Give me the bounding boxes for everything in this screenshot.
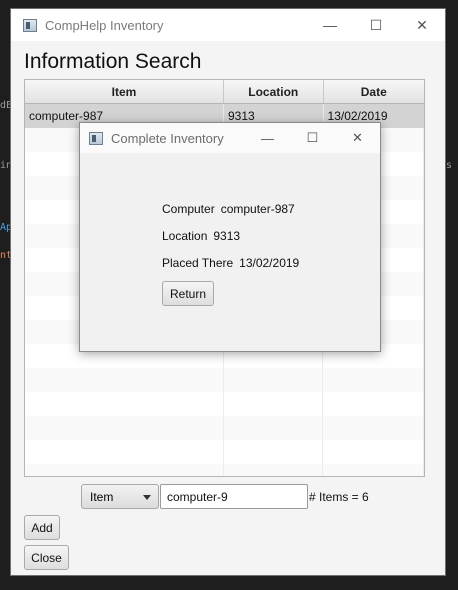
table-cell	[25, 368, 224, 392]
return-button[interactable]: Return	[162, 281, 214, 306]
table-cell	[323, 464, 424, 476]
add-button[interactable]: Add	[24, 515, 60, 540]
main-window-title: CompHelp Inventory	[45, 17, 164, 33]
table-row-empty	[25, 392, 424, 416]
table-row-empty	[25, 440, 424, 464]
table-cell	[224, 416, 324, 440]
location-label: Location	[162, 229, 208, 243]
close-icon[interactable]: ✕	[399, 9, 445, 41]
maximize-icon[interactable]: ☐	[353, 9, 399, 41]
location-detail: Location 9313	[162, 229, 240, 243]
table-cell	[224, 368, 324, 392]
table-cell	[323, 392, 424, 416]
app-window-icon	[23, 18, 37, 32]
search-field-select-value: Item	[90, 489, 114, 504]
page-title: Information Search	[24, 50, 202, 73]
column-header-item[interactable]: Item	[25, 80, 224, 103]
app-window-icon	[89, 131, 103, 145]
items-count-label: # Items = 6	[309, 490, 369, 504]
dialog-title: Complete Inventory	[111, 130, 224, 146]
table-row-empty	[25, 368, 424, 392]
table-cell	[224, 440, 324, 464]
placed-value: 13/02/2019	[239, 256, 300, 270]
complete-inventory-dialog: Complete Inventory — ☐ ✕ Computer compute…	[79, 122, 381, 352]
computer-value: computer-987	[220, 202, 295, 216]
table-row-empty	[25, 416, 424, 440]
table-cell	[25, 416, 224, 440]
chevron-down-icon	[143, 495, 151, 500]
computer-label: Computer	[162, 202, 215, 216]
maximize-icon[interactable]: ☐	[290, 123, 335, 153]
table-header: Item Location Date	[25, 80, 424, 104]
computer-detail: Computer computer-987	[162, 202, 295, 216]
background-code-fragment: s	[446, 160, 453, 171]
table-cell	[25, 440, 224, 464]
close-icon[interactable]: ✕	[335, 123, 380, 153]
table-cell	[323, 416, 424, 440]
placed-label: Placed There	[162, 256, 234, 270]
minimize-icon[interactable]: —	[307, 9, 353, 41]
dialog-title-bar[interactable]: Complete Inventory — ☐ ✕	[80, 123, 380, 153]
table-cell	[323, 368, 424, 392]
search-input[interactable]	[160, 484, 308, 509]
close-button[interactable]: Close	[24, 545, 69, 570]
table-cell	[224, 464, 324, 476]
search-field-select[interactable]: Item	[81, 484, 159, 509]
main-title-bar[interactable]: CompHelp Inventory — ☐ ✕	[11, 9, 445, 41]
table-cell	[323, 440, 424, 464]
placed-detail: Placed There 13/02/2019	[162, 256, 299, 270]
table-cell	[25, 464, 224, 476]
minimize-icon[interactable]: —	[245, 123, 290, 153]
table-cell	[25, 392, 224, 416]
table-row-empty	[25, 464, 424, 476]
location-value: 9313	[213, 229, 241, 243]
column-header-location[interactable]: Location	[224, 80, 324, 103]
table-cell	[224, 392, 324, 416]
column-header-date[interactable]: Date	[324, 80, 425, 103]
